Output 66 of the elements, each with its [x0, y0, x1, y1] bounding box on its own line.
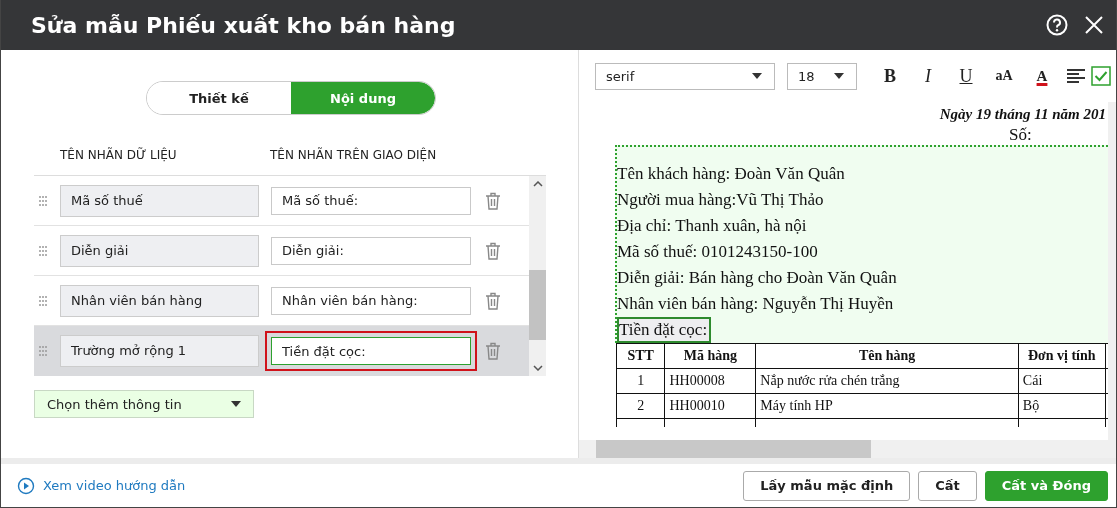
- document-line[interactable]: Nhân viên bán hàng: Nguyễn Thị Huyền: [617, 291, 898, 317]
- add-field-dropdown[interactable]: Chọn thêm thông tin: [34, 390, 254, 418]
- footer-button[interactable]: Lấy mẫu mặc định: [743, 470, 911, 501]
- table-cell: 2: [616, 393, 665, 419]
- document-number-label: Số:: [1009, 125, 1033, 145]
- field-row[interactable]: Diễn giải Diễn giải:: [34, 226, 529, 276]
- caret-icon: [231, 401, 241, 407]
- drag-handle-icon[interactable]: [38, 345, 48, 357]
- align-left-icon[interactable]: [1067, 69, 1085, 83]
- document-line[interactable]: Mã số thuế: 0101243150-100: [617, 239, 822, 265]
- data-label-field: Nhân viên bán hàng: [60, 284, 259, 317]
- text-case-button[interactable]: aA: [985, 68, 1023, 84]
- caret-icon: [752, 73, 762, 79]
- table-header: Mã hàng: [664, 343, 756, 369]
- table-header: Đơn vị tính: [1018, 343, 1106, 369]
- scrollbar[interactable]: [529, 176, 546, 376]
- field-row[interactable]: Mã số thuế Mã số thuế:: [34, 176, 529, 226]
- column-header: TÊN NHÃN DỮ LIỆU: [60, 148, 178, 164]
- italic-button[interactable]: I: [909, 65, 947, 87]
- display-label-input[interactable]: Mã số thuế:: [271, 186, 471, 215]
- document-line[interactable]: Diễn giải: Bán hàng cho Đoàn Văn Quân: [617, 265, 901, 291]
- data-label-field: Diễn giải: [60, 234, 259, 267]
- table-cell: Máy tính HP: [755, 393, 1019, 419]
- font-size-select[interactable]: 18: [787, 62, 857, 90]
- table-cell: HH00008: [664, 368, 756, 394]
- close-icon[interactable]: [1084, 15, 1104, 35]
- help-icon[interactable]: [1046, 14, 1068, 36]
- footer-button[interactable]: Cất: [918, 470, 977, 501]
- field-row[interactable]: Trường mở rộng 1 Tiền đặt cọc:: [34, 326, 529, 376]
- horizontal-scrollbar[interactable]: [579, 440, 1116, 458]
- play-icon: [17, 476, 35, 495]
- drag-handle-icon[interactable]: [38, 244, 48, 257]
- scroll-up-icon[interactable]: [532, 181, 543, 187]
- table-header: Tên hàng: [755, 343, 1019, 369]
- bold-button[interactable]: B: [871, 65, 909, 87]
- font-color-button[interactable]: A: [1023, 67, 1061, 85]
- table-cell: HH00010: [664, 393, 756, 419]
- table-cell: Bộ: [1018, 393, 1106, 419]
- table-cell: 1: [616, 368, 665, 394]
- trash-icon[interactable]: [485, 291, 501, 310]
- underline-button[interactable]: U: [947, 65, 985, 87]
- document-line[interactable]: Tên khách hàng: Đoàn Văn Quân: [617, 161, 849, 187]
- checkbox-icon[interactable]: [1091, 66, 1111, 86]
- table-cell: Nắp nước rửa chén trắng: [755, 368, 1019, 394]
- document-date: Ngày 19 tháng 11 năm 201: [938, 105, 1107, 123]
- table-cell: Cái: [1018, 368, 1106, 394]
- window-title: Sửa mẫu Phiếu xuất kho bán hàng: [31, 12, 456, 38]
- drag-handle-icon[interactable]: [38, 194, 48, 207]
- document-line[interactable]: Địa chỉ: Thanh xuân, hà nội: [617, 213, 811, 239]
- trash-icon[interactable]: [485, 191, 501, 210]
- field-row[interactable]: Nhân viên bán hàng Nhân viên bán hàng:: [34, 276, 529, 326]
- caret-icon: [834, 73, 844, 79]
- data-label-field: Trường mở rộng 1: [60, 335, 259, 367]
- font-select[interactable]: serif: [595, 62, 775, 90]
- column-header: TÊN NHÃN TRÊN GIAO DIỆN: [270, 148, 437, 164]
- display-label-input[interactable]: Nhân viên bán hàng:: [271, 286, 471, 315]
- data-label-field: Mã số thuế: [60, 184, 259, 217]
- scroll-down-icon[interactable]: [532, 365, 543, 371]
- trash-icon[interactable]: [485, 342, 501, 360]
- table-header: STT: [616, 343, 665, 369]
- trash-icon[interactable]: [485, 241, 501, 260]
- display-label-input[interactable]: Tiền đặt cọc:: [271, 337, 471, 365]
- drag-handle-icon[interactable]: [38, 294, 48, 307]
- display-label-input[interactable]: Diễn giải:: [271, 236, 471, 265]
- help-video-link[interactable]: Xem video hướng dẫn: [17, 476, 186, 495]
- document-line[interactable]: Người mua hàng:Vũ Thị Thảo: [617, 187, 828, 213]
